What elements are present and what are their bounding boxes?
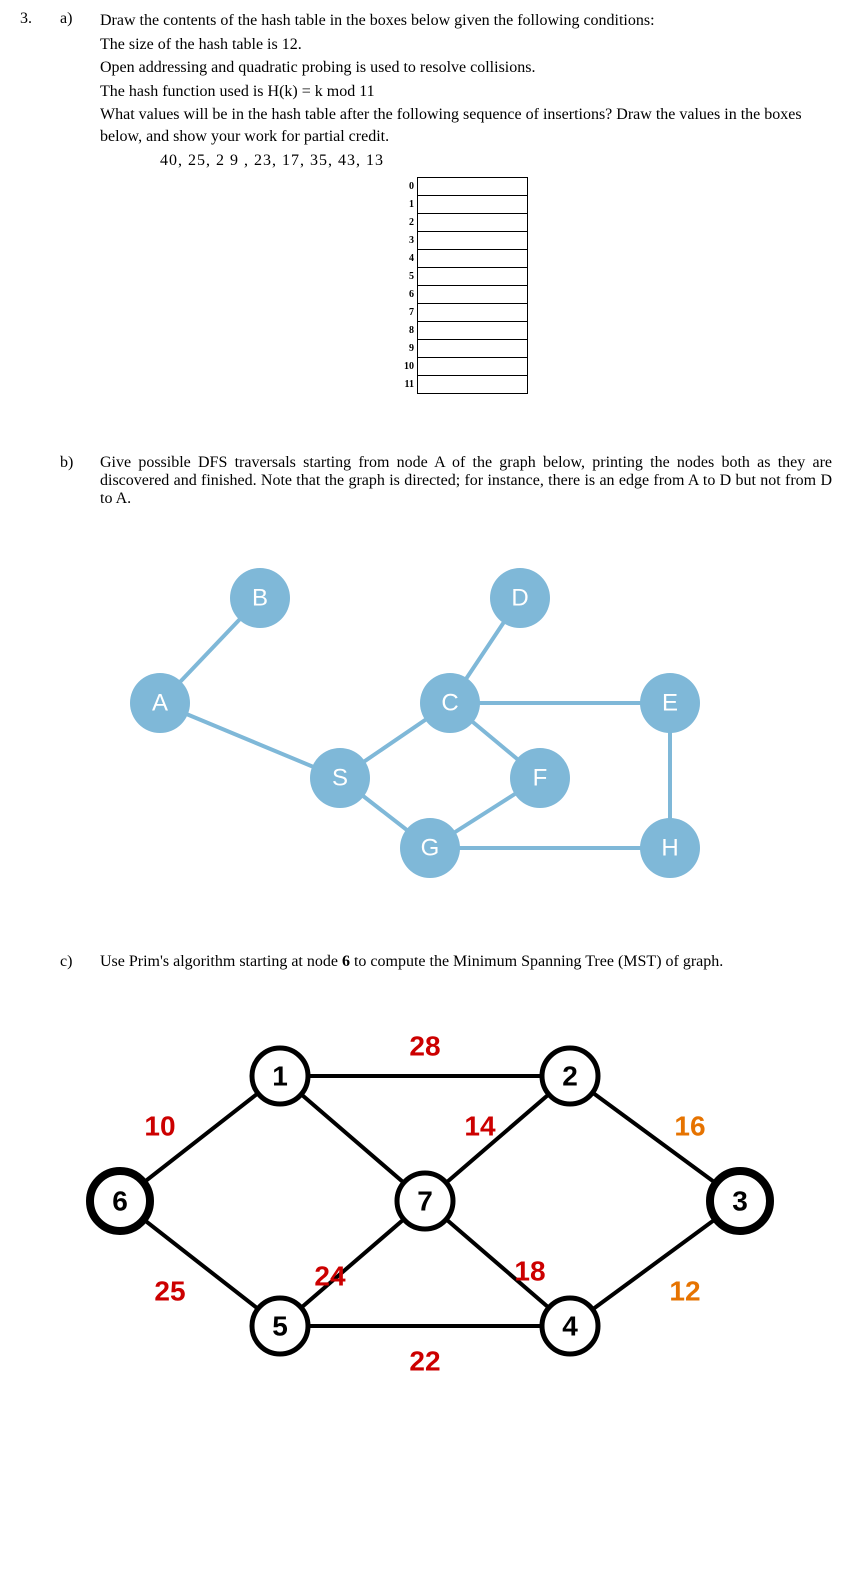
svg-text:S: S [332, 765, 348, 792]
row-label: 1 [404, 196, 418, 214]
hash-cell-0 [418, 178, 528, 196]
hash-cell-11 [418, 376, 528, 394]
edge-weight: 25 [154, 1276, 185, 1307]
row-label: 2 [404, 214, 418, 232]
part-c-text: Use Prim's algorithm starting at node 6 … [100, 953, 832, 971]
row-label: 8 [404, 322, 418, 340]
node-G: G [400, 818, 460, 878]
hash-cell-7 [418, 304, 528, 322]
hash-cell-1 [418, 196, 528, 214]
edge-weight: 10 [144, 1111, 175, 1142]
part-c-bold: 6 [342, 953, 350, 970]
node-C: C [420, 673, 480, 733]
svg-text:4: 4 [562, 1311, 578, 1342]
node-F: F [510, 748, 570, 808]
svg-text:E: E [662, 690, 678, 717]
edge-weight: 18 [514, 1256, 545, 1287]
hash-cell-3 [418, 232, 528, 250]
part-b-text: Give possible DFS traversals starting fr… [100, 454, 832, 508]
svg-text:C: C [441, 690, 458, 717]
row-label: 9 [404, 340, 418, 358]
node-3: 3 [710, 1171, 770, 1231]
row-label: 5 [404, 268, 418, 286]
part-a-body: Draw the contents of the hash table in t… [100, 10, 832, 394]
hash-cell-6 [418, 286, 528, 304]
hash-cell-2 [418, 214, 528, 232]
hash-cell-9 [418, 340, 528, 358]
node-6: 6 [90, 1171, 150, 1231]
svg-text:G: G [421, 835, 440, 862]
part-a-line-2: Open addressing and quadratic probing is… [100, 57, 832, 79]
svg-text:5: 5 [272, 1311, 288, 1342]
hash-cell-10 [418, 358, 528, 376]
part-b-header: b) Give possible DFS traversals starting… [20, 454, 832, 508]
svg-text:D: D [511, 585, 528, 612]
node-D: D [490, 568, 550, 628]
node-2: 2 [542, 1048, 598, 1104]
part-a-line-4: What values will be in the hash table af… [100, 104, 832, 147]
edge-weight: 22 [409, 1346, 440, 1372]
hash-cell-5 [418, 268, 528, 286]
node-7: 7 [397, 1173, 453, 1229]
svg-text:F: F [533, 765, 548, 792]
row-label: 7 [404, 304, 418, 322]
node-B: B [230, 568, 290, 628]
node-E: E [640, 673, 700, 733]
part-c-header: c) Use Prim's algorithm starting at node… [20, 953, 832, 971]
part-c-prefix: Use Prim's algorithm starting at node [100, 953, 342, 970]
svg-text:B: B [252, 585, 268, 612]
node-S: S [310, 748, 370, 808]
edge-weight: 14 [464, 1111, 496, 1142]
node-1: 1 [252, 1048, 308, 1104]
part-a-line-1: The size of the hash table is 12. [100, 34, 832, 56]
svg-text:H: H [661, 835, 678, 862]
hash-cell-8 [418, 322, 528, 340]
edge-weight: 16 [674, 1111, 705, 1142]
row-label: 6 [404, 286, 418, 304]
part-c-suffix: to compute the Minimum Spanning Tree (MS… [350, 953, 723, 970]
hash-table: 0 1 2 3 4 5 6 7 8 9 10 11 [404, 177, 528, 394]
part-a-header: 3. a) Draw the contents of the hash tabl… [20, 10, 832, 394]
part-a-line-0: Draw the contents of the hash table in t… [100, 10, 832, 32]
edge-weight: 24 [314, 1261, 346, 1292]
node-A: A [130, 673, 190, 733]
row-label: 0 [404, 178, 418, 196]
part-c-label: c) [60, 953, 100, 971]
row-label: 11 [404, 376, 418, 394]
row-label: 3 [404, 232, 418, 250]
svg-text:2: 2 [562, 1061, 578, 1092]
insertion-sequence: 40, 25, 2 9 , 23, 17, 35, 43, 13 [160, 150, 832, 172]
node-5: 5 [252, 1298, 308, 1354]
edge-weight: 12 [669, 1276, 700, 1307]
edge-weight: 28 [409, 1031, 440, 1062]
dfs-graph: .ntxt { font: 24px Arial, sans-serif; fi… [50, 528, 832, 893]
question-number: 3. [20, 10, 60, 28]
part-a-label: a) [60, 10, 100, 28]
part-a-line-3: The hash function used is H(k) = k mod 1… [100, 81, 832, 103]
svg-text:A: A [152, 690, 168, 717]
svg-text:6: 6 [112, 1186, 128, 1217]
svg-text:1: 1 [272, 1061, 288, 1092]
hash-cell-4 [418, 250, 528, 268]
row-label: 10 [404, 358, 418, 376]
svg-text:3: 3 [732, 1186, 748, 1217]
node-H: H [640, 818, 700, 878]
part-b-label: b) [60, 454, 100, 472]
node-4: 4 [542, 1298, 598, 1354]
row-label: 4 [404, 250, 418, 268]
prim-graph: .pedge { stroke:#000; stroke-width:4; } … [50, 991, 832, 1376]
svg-text:7: 7 [417, 1186, 433, 1217]
